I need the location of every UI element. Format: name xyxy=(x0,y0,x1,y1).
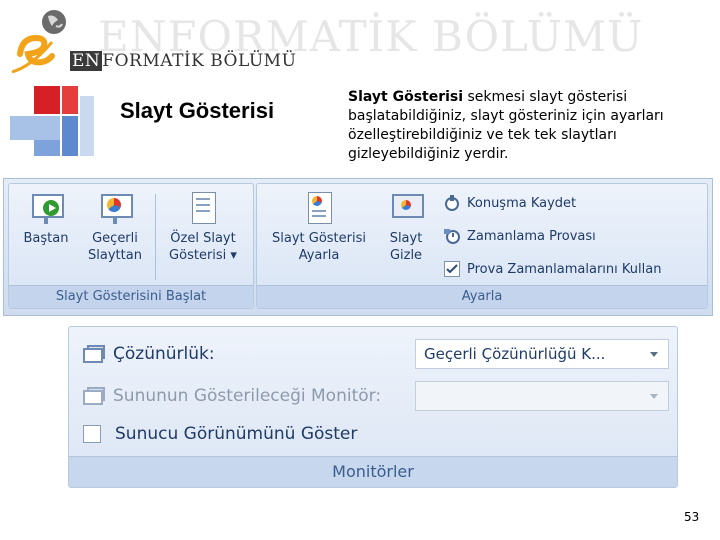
small-button-label: Konuşma Kaydet xyxy=(467,195,577,211)
checkbox-checked-icon xyxy=(443,260,461,278)
use-rehearsed-timings-checkbox[interactable]: Prova Zamanlamalarını Kullan xyxy=(443,258,661,280)
setup-slideshow-button[interactable]: Slayt Gösterisi Ayarla xyxy=(263,190,375,264)
hide-slide-button[interactable]: Slayt Gizle xyxy=(381,190,431,264)
custom-show-button[interactable]: Özel Slayt Gösterisi ▾ xyxy=(161,190,245,264)
slide-description: Slayt Gösterisi sekmesi slayt gösterisi … xyxy=(348,88,678,164)
brand-prefix: EN xyxy=(70,51,103,71)
chevron-down-icon xyxy=(650,352,658,357)
monitor-label: Sununun Gösterileceği Monitör: xyxy=(113,386,382,406)
group-label-setup: Ayarla xyxy=(257,285,707,308)
description-bold: Slayt Gösterisi xyxy=(348,89,464,105)
slideshow-ribbon: Baştan Geçerli Slayttan Özel Slayt Göste… xyxy=(3,178,713,316)
button-label: Slayttan xyxy=(88,248,142,263)
page-number: 53 xyxy=(684,510,700,524)
button-label: Ayarla xyxy=(298,248,340,263)
custom-show-icon xyxy=(186,190,220,224)
hide-slide-icon xyxy=(389,190,424,224)
brand-name: EN FORMATİK BÖLÜMÜ xyxy=(70,50,296,72)
slide-title: Slayt Gösterisi xyxy=(120,98,275,123)
monitors-group: Çözünürlük: Geçerli Çözünürlüğü K... Sun… xyxy=(68,326,678,488)
decor-square xyxy=(34,86,60,114)
separator xyxy=(155,194,156,280)
setup-show-icon xyxy=(302,190,336,224)
resolution-dropdown[interactable]: Geçerli Çözünürlüğü K... xyxy=(415,339,669,369)
from-current-slide-button[interactable]: Geçerli Slayttan xyxy=(83,190,147,264)
small-button-label: Prova Zamanlamalarını Kullan xyxy=(467,261,662,277)
decor-square xyxy=(80,96,94,156)
show-on-monitor-row: Sununun Gösterileceği Monitör: xyxy=(83,383,381,409)
button-label: Geçerli xyxy=(92,231,138,246)
brand-rest: FORMATİK BÖLÜMÜ xyxy=(102,51,297,71)
presenter-view-label: Sunucu Görünümünü Göster xyxy=(115,424,358,444)
decor-square xyxy=(10,116,60,140)
start-slideshow-group: Baştan Geçerli Slayttan Özel Slayt Göste… xyxy=(8,183,254,309)
small-button-label: Zamanlama Provası xyxy=(467,228,596,244)
enformatik-logo-icon xyxy=(11,10,66,74)
monitor-icon xyxy=(83,345,105,363)
button-label: Gizle xyxy=(389,248,423,263)
button-label: Baştan xyxy=(23,231,69,246)
presenter-view-checkbox[interactable] xyxy=(83,425,101,443)
setup-group: Slayt Gösterisi Ayarla Slayt Gizle Konuş… xyxy=(256,183,708,309)
button-label: Slayt xyxy=(389,231,423,246)
presenter-view-row[interactable]: Sunucu Görünümünü Göster xyxy=(83,421,357,447)
monitor-icon xyxy=(83,387,105,405)
button-label: Slayt Gösterisi xyxy=(272,231,366,246)
decor-square xyxy=(62,86,78,114)
rehearse-timings-icon xyxy=(443,227,461,245)
play-slideshow-icon xyxy=(29,190,64,224)
from-beginning-button[interactable]: Baştan xyxy=(17,190,75,247)
record-narration-icon xyxy=(443,194,461,212)
decor-square xyxy=(62,116,78,156)
record-narration-button[interactable]: Konuşma Kaydet xyxy=(443,192,576,214)
rehearse-timings-button[interactable]: Zamanlama Provası xyxy=(443,225,596,247)
decor-square xyxy=(34,140,60,156)
group-label-start: Slayt Gösterisini Başlat xyxy=(9,285,253,308)
resolution-value: Geçerli Çözünürlüğü K... xyxy=(424,345,606,363)
button-label: Gösterisi ▾ xyxy=(169,248,237,263)
current-slide-icon xyxy=(98,190,133,224)
chevron-down-icon xyxy=(650,394,658,399)
show-on-monitor-dropdown[interactable] xyxy=(415,381,669,411)
resolution-row: Çözünürlük: xyxy=(83,341,215,367)
button-label: Özel Slayt xyxy=(170,231,236,246)
group-label-monitors: Monitörler xyxy=(69,456,677,487)
resolution-label: Çözünürlük: xyxy=(113,344,215,364)
